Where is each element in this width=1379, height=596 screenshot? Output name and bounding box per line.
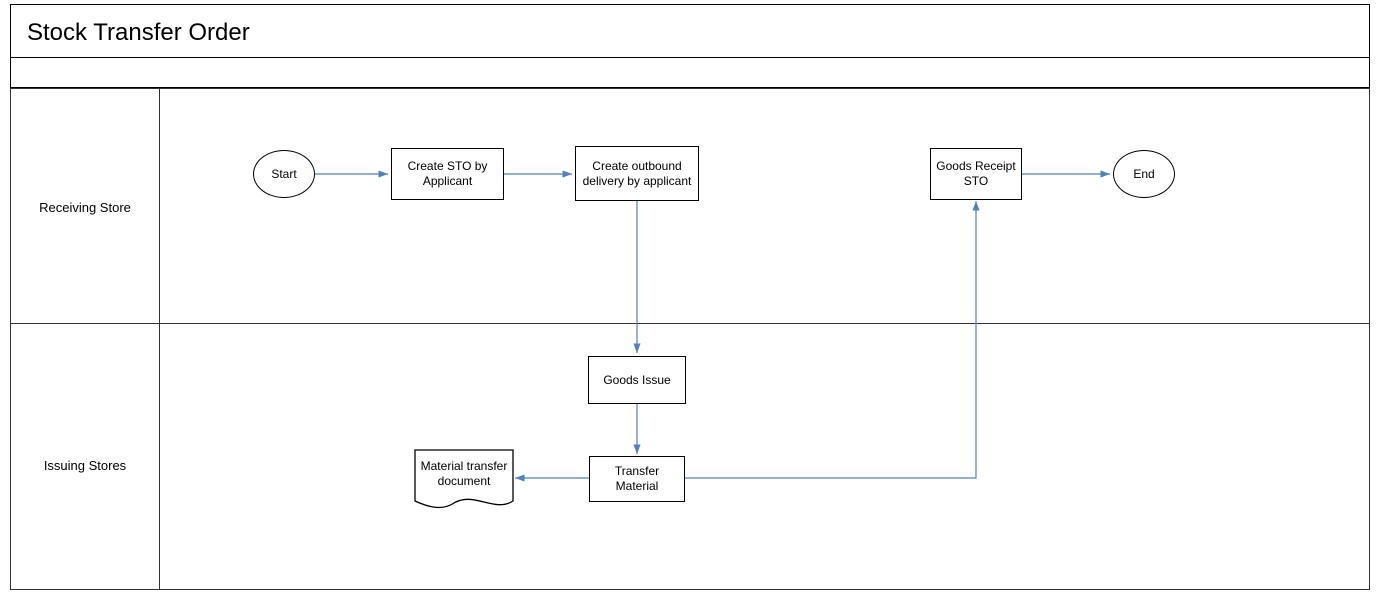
create-sto-node: Create STO by Applicant <box>391 148 504 200</box>
goods-issue-label: Goods Issue <box>603 373 670 388</box>
goods-receipt-label: Goods Receipt STO <box>935 159 1017 189</box>
title-bar: Stock Transfer Order <box>10 4 1370 58</box>
goods-issue-node: Goods Issue <box>588 356 686 404</box>
create-outbound-label: Create outbound delivery by applicant <box>580 159 694 189</box>
transfer-material-label: Transfer Material <box>594 464 680 494</box>
lane-label-receiving: Receiving Store <box>10 200 160 215</box>
create-sto-label: Create STO by Applicant <box>396 159 499 189</box>
goods-receipt-node: Goods Receipt STO <box>930 148 1022 200</box>
material-transfer-doc-node: Material transfer document <box>414 449 514 513</box>
create-outbound-node: Create outbound delivery by applicant <box>575 146 699 201</box>
diagram-area: Receiving Store Issuing Stores <box>10 58 1370 590</box>
material-transfer-doc-label: Material transfer document <box>414 449 514 489</box>
end-label: End <box>1133 167 1154 182</box>
end-node: End <box>1113 150 1175 198</box>
diagram-title: Stock Transfer Order <box>27 19 250 47</box>
start-node: Start <box>253 150 315 198</box>
lane-divider <box>10 323 1370 324</box>
diagram-page: Stock Transfer Order Receiving Store Iss… <box>0 0 1379 596</box>
start-label: Start <box>271 167 296 182</box>
lane-label-issuing: Issuing Stores <box>10 458 160 473</box>
transfer-material-node: Transfer Material <box>589 456 685 502</box>
